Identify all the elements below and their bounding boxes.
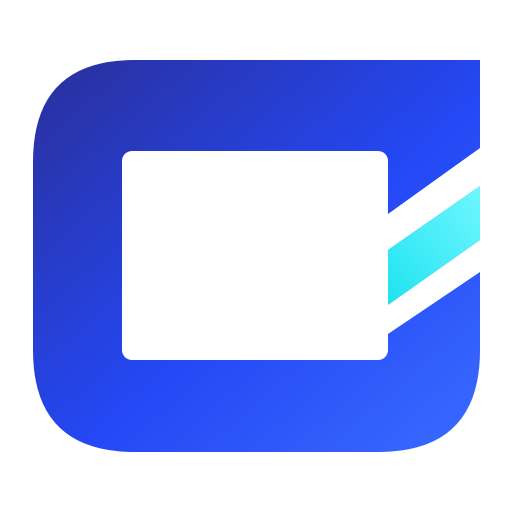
camera-screen <box>122 151 388 360</box>
app-logo <box>0 0 512 512</box>
video-camera-icon <box>33 60 480 452</box>
